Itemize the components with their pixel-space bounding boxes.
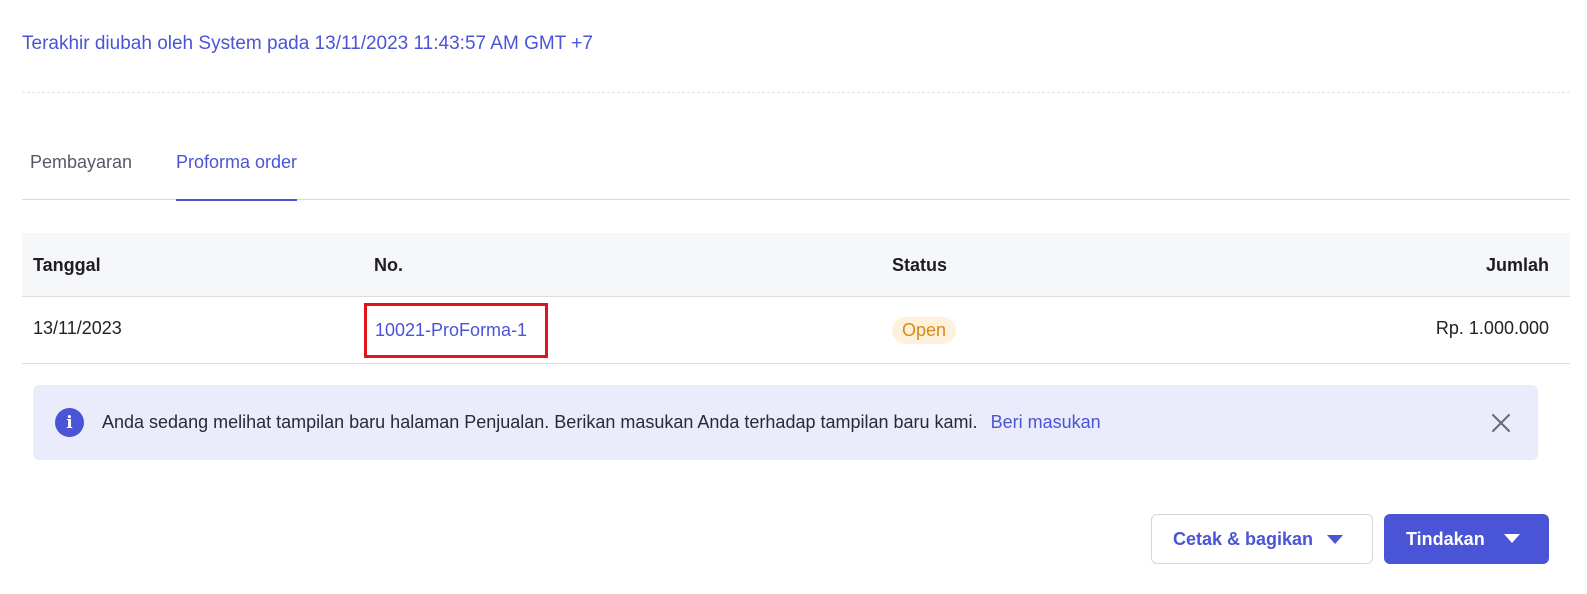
chevron-down-icon — [1504, 534, 1520, 543]
info-icon: i — [55, 408, 84, 437]
row-date: 13/11/2023 — [33, 318, 122, 338]
column-header-date: Tanggal — [33, 255, 101, 275]
action-button[interactable]: Tindakan — [1384, 514, 1549, 564]
chevron-down-icon — [1327, 535, 1343, 544]
banner-message-text: Anda sedang melihat tampilan baru halama… — [102, 412, 978, 432]
table-header: Tanggal No. Status Jumlah — [22, 233, 1570, 297]
last-modified-text: Terakhir diubah oleh System pada 13/11/2… — [22, 33, 593, 54]
column-header-status: Status — [892, 255, 948, 275]
divider — [22, 92, 1570, 93]
print-share-label: Cetak & bagikan — [1173, 528, 1314, 549]
row-amount: Rp. 1.000.000 — [1435, 318, 1549, 338]
proforma-number-link[interactable]: 10021-ProForma-1 — [364, 303, 548, 358]
page: Terakhir diubah oleh System pada 13/11/2… — [0, 0, 1587, 594]
tab-pembayaran[interactable]: Pembayaran — [30, 152, 132, 200]
status-badge: Open — [892, 317, 957, 344]
feedback-link[interactable]: Beri masukan — [991, 412, 1101, 432]
proforma-number-label: 10021-ProForma-1 — [375, 320, 528, 340]
column-header-amount: Jumlah — [1485, 255, 1549, 275]
action-label: Tindakan — [1406, 528, 1485, 549]
tab-proforma-order[interactable]: Proforma order — [176, 152, 298, 201]
table-row: 13/11/2023 10021-ProForma-1 Open Rp. 1.0… — [22, 297, 1570, 364]
print-share-button[interactable]: Cetak & bagikan — [1151, 514, 1373, 564]
close-icon[interactable] — [1490, 412, 1512, 434]
banner-message: Anda sedang melihat tampilan baru halama… — [102, 412, 1101, 433]
column-header-no: No. — [374, 255, 403, 275]
info-banner: i Anda sedang melihat tampilan baru hala… — [33, 385, 1538, 460]
tab-bar: Pembayaran Proforma order — [22, 140, 1570, 201]
proforma-table: Tanggal No. Status Jumlah 13/11/2023 100… — [22, 233, 1570, 364]
